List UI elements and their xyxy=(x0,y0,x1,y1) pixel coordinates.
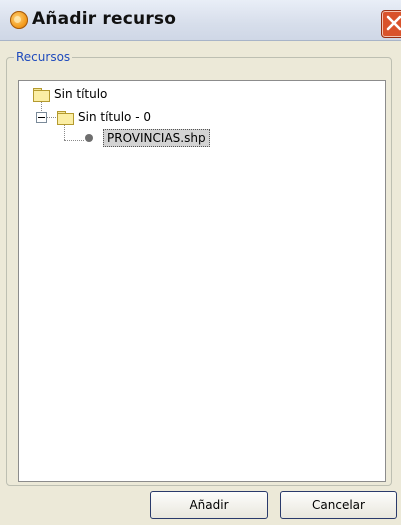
tree-node-label: Sin título xyxy=(54,87,108,101)
folder-icon xyxy=(57,110,74,125)
close-icon xyxy=(386,15,401,31)
tree-node-view[interactable]: Sin título - 0 xyxy=(57,110,151,125)
folder-icon xyxy=(33,87,50,102)
add-button[interactable]: Añadir xyxy=(150,491,268,519)
resources-legend: Recursos xyxy=(16,50,71,64)
tree-connector xyxy=(64,125,65,140)
layer-dot-icon xyxy=(85,134,93,142)
tree-connector xyxy=(64,140,84,141)
title-bar[interactable]: Añadir recurso xyxy=(0,0,401,41)
gvsig-logo-icon xyxy=(10,11,28,29)
dialog-title: Añadir recurso xyxy=(32,9,177,29)
tree-node-layer[interactable]: PROVINCIAS.shp xyxy=(85,129,210,147)
cancel-button[interactable]: Cancelar xyxy=(280,491,397,519)
tree-node-label: Sin título - 0 xyxy=(78,110,151,124)
resource-tree[interactable]: Sin título Sin título - 0 PROVINCIAS.shp xyxy=(18,80,386,482)
tree-connector xyxy=(46,117,56,118)
tree-node-label-selected: PROVINCIAS.shp xyxy=(103,129,210,147)
tree-node-root[interactable]: Sin título xyxy=(33,87,108,102)
close-button[interactable] xyxy=(381,10,401,38)
add-resource-dialog: Añadir recurso Recursos Sin título Sin t… xyxy=(0,0,401,525)
collapse-icon[interactable] xyxy=(36,112,47,123)
